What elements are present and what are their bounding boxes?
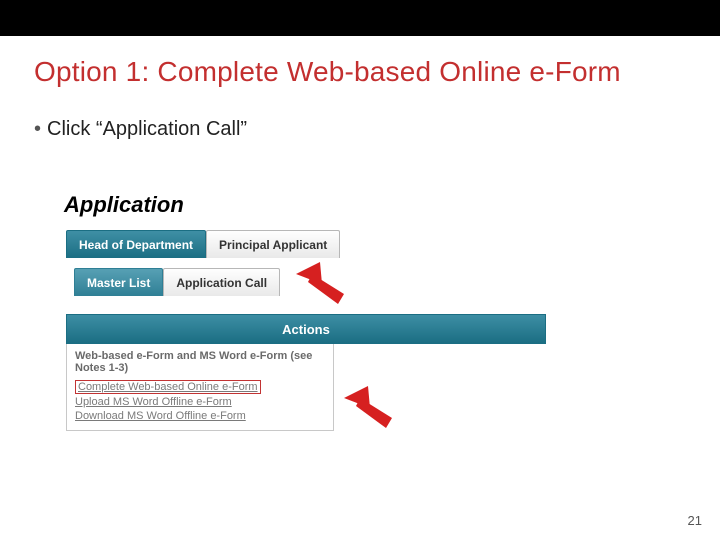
tab-master-list[interactable]: Master List xyxy=(74,268,163,296)
actions-header-bar: Actions xyxy=(66,314,546,344)
top-black-bar xyxy=(0,0,720,36)
link-download-word[interactable]: Download MS Word Offline e-Form xyxy=(75,410,325,422)
top-tab-row: Head of DepartmentPrincipal Applicant xyxy=(66,230,580,258)
actions-section-label: Web-based e-Form and MS Word e-Form (see… xyxy=(75,350,325,374)
tab-application-call[interactable]: Application Call xyxy=(163,268,280,296)
app-heading: Application xyxy=(60,192,580,218)
page-number: 21 xyxy=(688,513,702,528)
slide-title: Option 1: Complete Web-based Online e-Fo… xyxy=(0,36,720,88)
tab-principal-applicant[interactable]: Principal Applicant xyxy=(206,230,340,258)
link-upload-word[interactable]: Upload MS Word Offline e-Form xyxy=(75,396,325,408)
sub-tab-row: Master ListApplication Call xyxy=(74,268,580,296)
actions-box: Web-based e-Form and MS Word e-Form (see… xyxy=(66,344,334,431)
slide: Option 1: Complete Web-based Online e-Fo… xyxy=(0,0,720,540)
bullet-text: Click “Application Call” xyxy=(47,118,247,140)
tab-head-of-department[interactable]: Head of Department xyxy=(66,230,206,258)
arrow-icon xyxy=(340,384,400,432)
link-complete-web-form[interactable]: Complete Web-based Online e-Form xyxy=(75,380,261,394)
bullet-line: •Click “Application Call” xyxy=(0,88,720,141)
embedded-screenshot: Application Head of DepartmentPrincipal … xyxy=(60,192,580,431)
bullet-dot: • xyxy=(34,118,47,140)
